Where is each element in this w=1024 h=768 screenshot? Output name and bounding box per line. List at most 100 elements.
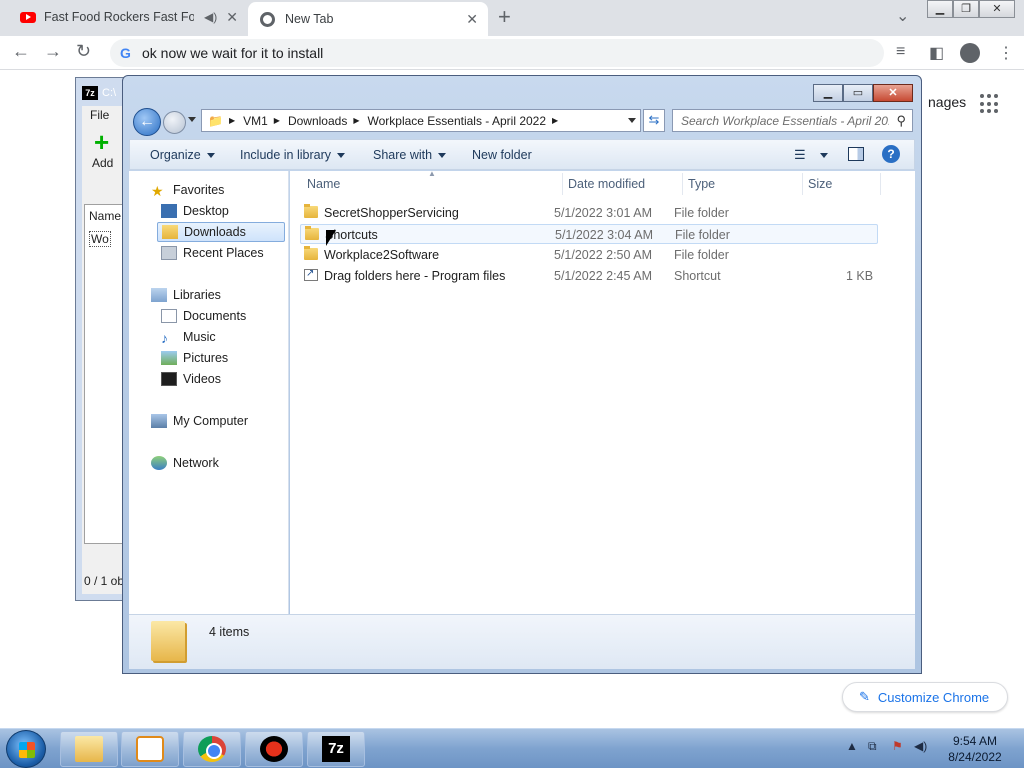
omnibox[interactable]: G ok now we wait for it to install (110, 39, 884, 67)
taskbar-chrome[interactable] (183, 731, 241, 767)
add-plus-icon[interactable]: + (94, 129, 109, 155)
nav-documents[interactable]: Documents (161, 306, 246, 326)
column-divider[interactable] (682, 173, 683, 195)
view-options-icon[interactable]: ☰ (794, 147, 806, 163)
column-date-modified[interactable]: Date modified (568, 177, 645, 191)
7zip-add-button[interactable]: Add (92, 156, 113, 170)
address-dropdown-icon[interactable] (628, 118, 636, 123)
action-center-flag-icon[interactable]: ⚑ (892, 739, 903, 753)
explorer-window[interactable]: ▁ ▭ ✕ ← 📁 ▶ VM1 ▶ Downloads ▶ Workplace … (122, 75, 922, 674)
back-arrow-icon[interactable]: ← (133, 108, 161, 136)
ntp-images-link[interactable]: nages (928, 94, 966, 110)
media-control-icon[interactable]: ≡ (896, 43, 905, 61)
restore-icon[interactable]: ❐ (953, 0, 979, 18)
file-row[interactable]: Workplace2Software 5/1/2022 2:50 AM File… (300, 245, 878, 265)
nav-libraries[interactable]: Libraries (151, 285, 221, 305)
refresh-icon[interactable]: ⇆ (643, 109, 665, 132)
close-tab-icon[interactable]: ✕ (226, 9, 238, 26)
breadcrumb-separator-icon[interactable]: ▶ (353, 116, 359, 125)
address-bar[interactable]: 📁 ▶ VM1 ▶ Downloads ▶ Workplace Essentia… (201, 109, 641, 132)
profile-avatar-icon[interactable] (960, 43, 980, 63)
column-divider[interactable] (562, 173, 563, 195)
column-type[interactable]: Type (688, 177, 715, 191)
view-chevron-down-icon[interactable] (820, 153, 828, 158)
breadcrumb-separator-icon[interactable]: ▶ (229, 116, 235, 125)
search-box[interactable]: Search Workplace Essentials - April 20..… (672, 109, 913, 132)
back-arrow-icon[interactable]: ← (12, 41, 30, 62)
nav-videos[interactable]: Videos (161, 369, 221, 389)
taskbar-recorder[interactable] (245, 731, 303, 767)
nav-music[interactable]: ♪ Music (161, 327, 216, 347)
nav-recent-places[interactable]: Recent Places (161, 243, 264, 263)
nav-network[interactable]: Network (151, 453, 219, 473)
nav-my-computer[interactable]: My Computer (151, 411, 248, 431)
breadcrumb-separator-icon[interactable]: ▶ (552, 116, 558, 125)
column-divider[interactable] (880, 173, 881, 195)
videos-icon (161, 372, 177, 386)
start-button-icon[interactable] (6, 730, 46, 768)
close-tab-icon[interactable]: ✕ (466, 11, 478, 28)
nav-favorites[interactable]: ★ Favorites (151, 180, 224, 200)
volume-icon[interactable]: ◀) (914, 739, 927, 753)
forward-arrow-icon[interactable] (163, 111, 186, 134)
recent-pages-chevron-icon[interactable] (188, 117, 196, 122)
organize-button[interactable]: Organize (150, 148, 215, 162)
close-window-icon[interactable]: ✕ (979, 0, 1015, 18)
taskbar-7zip[interactable]: 7z (307, 731, 365, 767)
tab-youtube[interactable]: Fast Food Rockers Fast Food ◀) ✕ (8, 0, 248, 34)
minimize-icon[interactable]: ▁ (927, 0, 953, 18)
taskbar-media-player[interactable] (121, 731, 179, 767)
music-note-icon: ♪ (161, 330, 168, 346)
file-row[interactable]: Drag folders here - Program files 5/1/20… (300, 266, 878, 286)
new-tab-button[interactable]: + (498, 4, 511, 30)
breadcrumb-downloads[interactable]: Downloads (288, 114, 347, 128)
customize-chrome-button[interactable]: ✎ Customize Chrome (842, 682, 1008, 712)
speaker-icon[interactable]: ◀) (204, 10, 217, 24)
tab-title: Fast Food Rockers Fast Food (44, 10, 194, 24)
column-size[interactable]: Size (808, 177, 832, 191)
google-icon: G (120, 45, 131, 61)
mouse-cursor-icon (326, 230, 336, 246)
breadcrumb-current-folder[interactable]: Workplace Essentials - April 2022 (367, 114, 546, 128)
taskbar-explorer[interactable] (60, 731, 118, 767)
breadcrumb-separator-icon[interactable]: ▶ (274, 116, 280, 125)
file-row[interactable]: Shortcuts 5/1/2022 3:04 AM File folder (300, 224, 878, 244)
tab-new-tab[interactable]: New Tab ✕ (248, 2, 488, 36)
reload-icon[interactable]: ↻ (76, 41, 91, 62)
chrome-tab-strip: Fast Food Rockers Fast Food ◀) ✕ New Tab… (0, 0, 1024, 36)
column-name[interactable]: Name (307, 177, 340, 191)
forward-arrow-icon[interactable]: → (44, 41, 62, 62)
maximize-icon[interactable]: ▭ (843, 84, 873, 102)
share-with-button[interactable]: Share with (373, 148, 447, 162)
column-divider[interactable] (802, 173, 803, 195)
pencil-icon: ✎ (859, 689, 870, 704)
folder-icon (305, 226, 319, 240)
new-folder-button[interactable]: New folder (472, 148, 532, 162)
include-in-library-button[interactable]: Include in library (240, 148, 346, 162)
close-icon[interactable]: ✕ (873, 84, 913, 102)
media-player-icon (136, 736, 164, 762)
7zip-file-list[interactable]: Name Wo (84, 204, 126, 544)
preview-pane-icon[interactable] (848, 147, 864, 161)
side-panel-icon[interactable]: ◧ (929, 43, 944, 63)
tab-search-chevron-icon[interactable]: ⌄ (896, 6, 909, 26)
omnibox-text[interactable]: ok now we wait for it to install (142, 45, 323, 61)
search-placeholder[interactable]: Search Workplace Essentials - April 20..… (681, 114, 889, 128)
network-tray-icon[interactable]: ⧉ (868, 739, 877, 754)
minimize-icon[interactable]: ▁ (813, 84, 843, 102)
breadcrumb-vm1[interactable]: VM1 (243, 114, 268, 128)
nav-desktop[interactable]: Desktop (161, 201, 229, 221)
google-apps-icon[interactable] (980, 94, 1000, 114)
tab-title: New Tab (285, 12, 334, 26)
tray-overflow-chevron-icon[interactable]: ▲ (846, 739, 858, 753)
file-row[interactable]: SecretShopperServicing 5/1/2022 3:01 AM … (300, 203, 878, 223)
file-list[interactable]: Name ▲ Date modified Type Size SecretSho… (290, 169, 915, 614)
menu-kebab-icon[interactable]: ⋮ (998, 43, 1014, 63)
nav-downloads[interactable]: Downloads (157, 222, 285, 242)
clock[interactable]: 9:54 AM 8/24/2022 (940, 733, 1010, 765)
7zip-row[interactable]: Wo (89, 231, 111, 247)
7zip-col-name[interactable]: Name (89, 209, 121, 223)
search-icon[interactable]: ⚲ (896, 113, 906, 129)
help-icon[interactable]: ? (882, 145, 900, 163)
nav-pictures[interactable]: Pictures (161, 348, 228, 368)
